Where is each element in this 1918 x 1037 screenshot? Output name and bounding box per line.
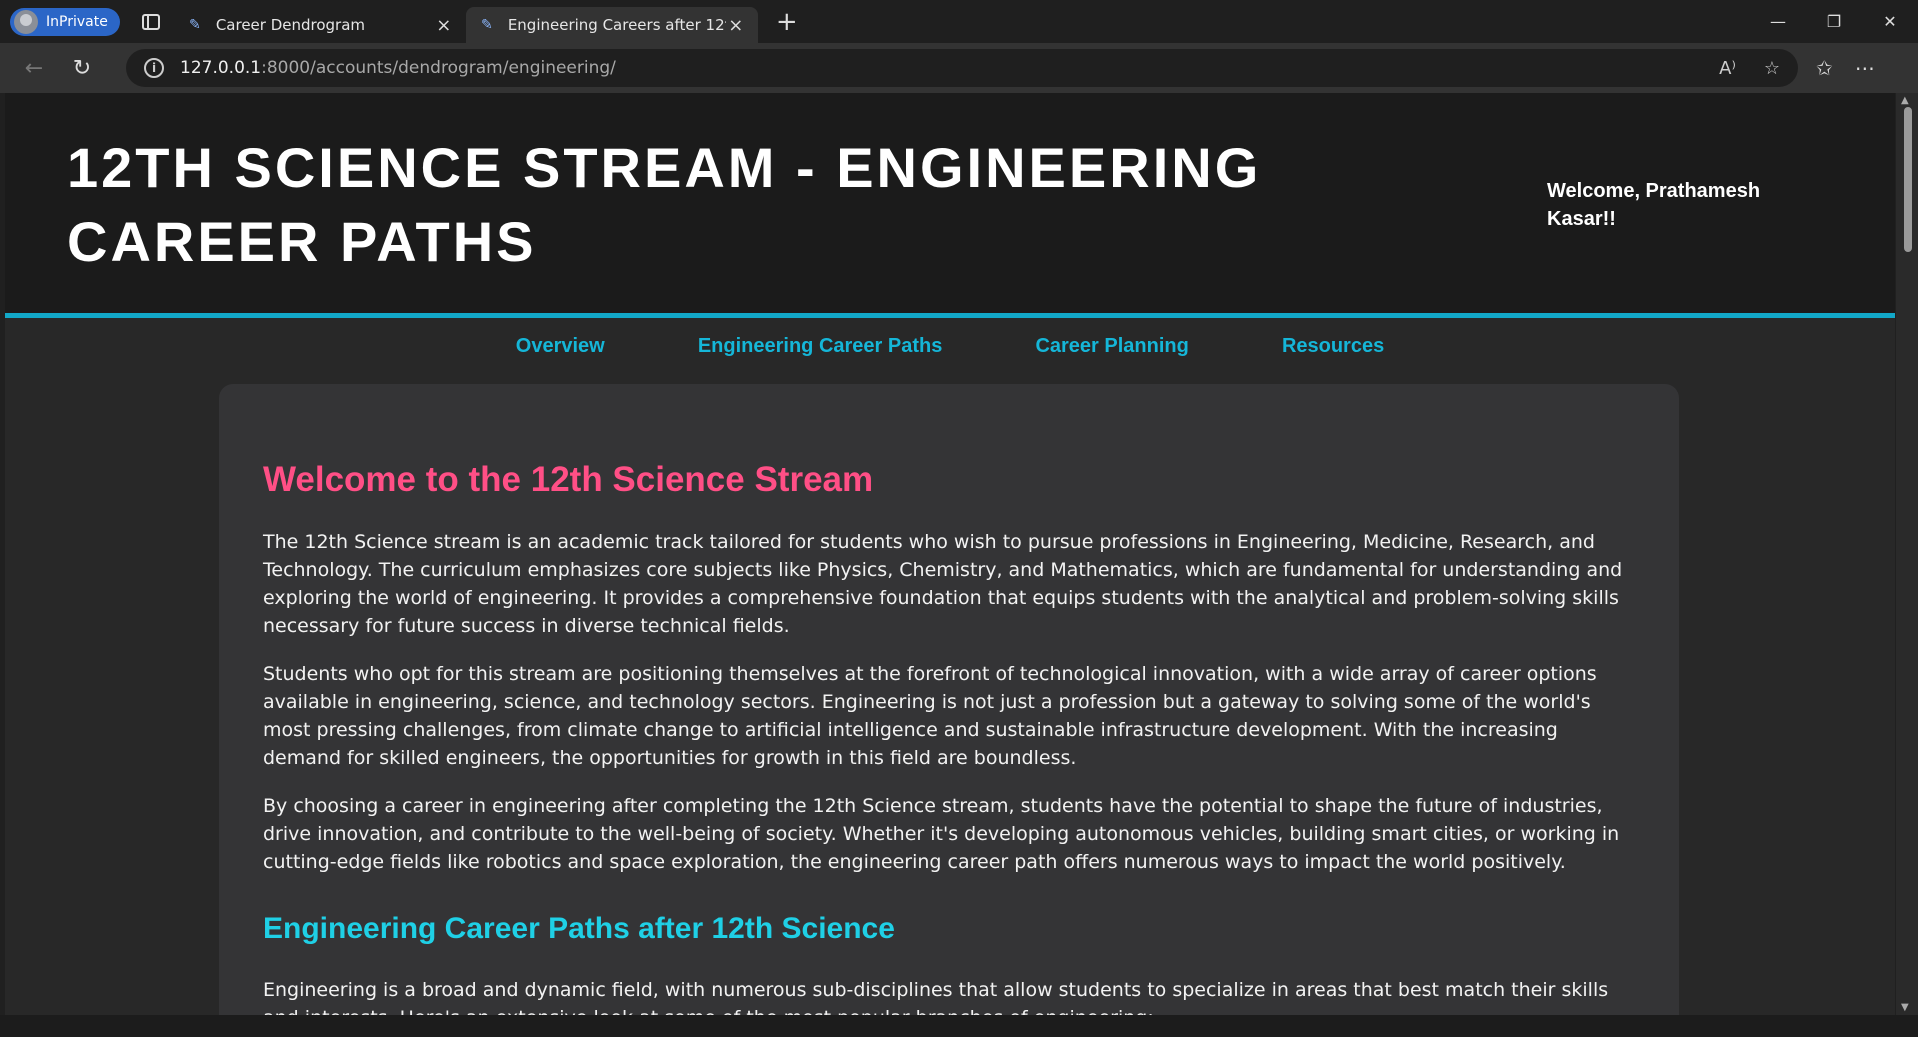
nav-overview[interactable]: Overview <box>516 335 605 358</box>
intro-paragraph-2: Students who opt for this stream are pos… <box>263 663 1597 769</box>
tab-title: Career Dendrogram <box>215 16 366 34</box>
window-close-icon[interactable]: ✕ <box>1862 0 1918 43</box>
back-arrow-icon[interactable]: ← <box>14 48 54 88</box>
scroll-up-icon[interactable]: ▲ <box>1901 95 1909 106</box>
career-paths-heading: Engineering Career Paths after 12th Scie… <box>263 912 895 945</box>
page-title: 12TH SCIENCE STREAM - ENGINEERING CAREER… <box>67 136 1262 273</box>
tab-close-icon[interactable]: × <box>726 15 746 36</box>
site-nav: Overview Engineering Career Paths Career… <box>5 335 1895 358</box>
page-viewport: 12TH SCIENCE STREAM - ENGINEERING CAREER… <box>5 93 1895 1015</box>
window-controls: — ❐ ✕ <box>1750 0 1918 43</box>
inprivate-badge[interactable]: InPrivate <box>10 7 120 36</box>
minimize-icon[interactable]: — <box>1750 0 1806 43</box>
tab-close-icon[interactable]: × <box>434 15 454 36</box>
nav-career-planning[interactable]: Career Planning <box>1035 335 1188 358</box>
site-info-icon[interactable]: i <box>144 58 164 78</box>
welcome-user-text: Welcome, Prathamesh Kasar!! <box>1547 180 1761 230</box>
site-header: 12TH SCIENCE STREAM - ENGINEERING CAREER… <box>5 93 1895 318</box>
site-favicon-icon: ✎ <box>188 17 201 33</box>
site-favicon-icon: ✎ <box>480 17 493 33</box>
browser-tools: ✩ ⋯ <box>1816 56 1875 80</box>
new-tab-plus-icon[interactable]: + <box>774 7 800 37</box>
nav-resources[interactable]: Resources <box>1282 335 1384 358</box>
scroll-down-icon[interactable]: ▼ <box>1901 1002 1909 1013</box>
url-field[interactable]: i 127.0.0.1:8000/accounts/dendrogram/eng… <box>126 49 1798 87</box>
url-path: :8000/accounts/dendrogram/engineering/ <box>261 58 616 78</box>
os-taskbar <box>0 1015 1918 1037</box>
refresh-icon[interactable]: ↻ <box>62 48 102 88</box>
restore-icon[interactable]: ❐ <box>1806 0 1862 43</box>
scrollbar-thumb[interactable] <box>1904 107 1912 252</box>
address-toolbar: ← ↻ i 127.0.0.1:8000/accounts/dendrogram… <box>0 43 1918 93</box>
inprivate-label: InPrivate <box>46 13 108 30</box>
nav-engineering-career-paths[interactable]: Engineering Career Paths <box>698 335 943 358</box>
profile-avatar-icon <box>14 9 38 34</box>
welcome-heading: Welcome to the 12th Science Stream <box>263 460 874 499</box>
tab-engineering-careers[interactable]: ✎ Engineering Careers after 12th Sc × <box>465 7 758 43</box>
browser-tab-bar: InPrivate ✎ Career Dendrogram × ✎ Engine… <box>0 0 1918 43</box>
content-card: Welcome to the 12th Science Stream The 1… <box>219 384 1679 1015</box>
tab-actions-icon[interactable] <box>141 13 160 30</box>
favorite-star-icon[interactable]: ☆ <box>1764 58 1780 79</box>
page-scrollbar[interactable]: ▲ ▼ <box>1896 93 1918 1015</box>
more-menu-icon[interactable]: ⋯ <box>1855 56 1875 80</box>
tab-career-dendrogram[interactable]: ✎ Career Dendrogram × <box>174 7 466 43</box>
url-actions: A⁾ ☆ <box>1719 58 1780 79</box>
tab-title: Engineering Careers after 12th Sc <box>507 16 726 34</box>
favorites-icon[interactable]: ✩ <box>1816 56 1833 80</box>
career-paths-intro: Engineering is a broad and dynamic field… <box>263 979 1609 1015</box>
read-aloud-icon[interactable]: A⁾ <box>1719 58 1736 79</box>
url-host: 127.0.0.1 <box>180 58 262 78</box>
intro-paragraph-3: By choosing a career in engineering afte… <box>263 795 1620 873</box>
intro-paragraph-1: The 12th Science stream is an academic t… <box>263 531 1623 637</box>
